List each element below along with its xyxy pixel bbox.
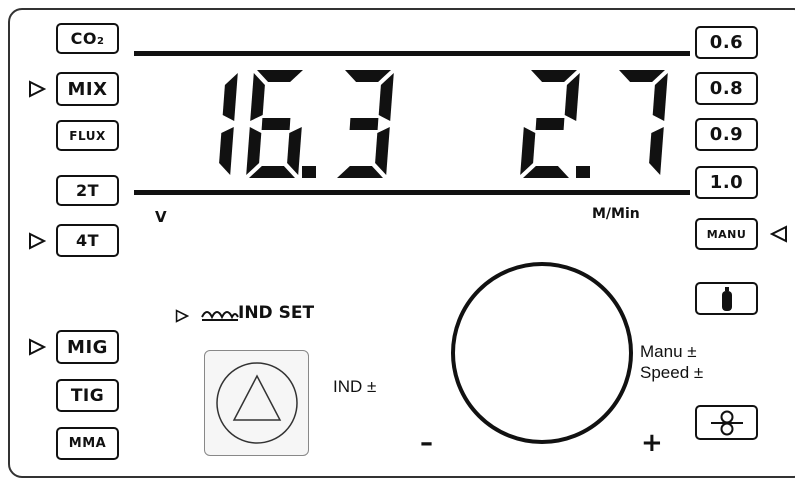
- co2-subscript: 2: [96, 36, 105, 47]
- manual-selected-indicator-icon: [770, 225, 787, 243]
- segment-b: [378, 73, 394, 121]
- display-top-rule: [134, 51, 690, 56]
- 4t-label: 4T: [75, 231, 100, 250]
- knob-manu-label: Manu ±: [640, 342, 697, 361]
- segment-g: [535, 118, 565, 130]
- segment-c: [287, 127, 302, 175]
- wire-inch-button[interactable]: [695, 405, 758, 440]
- ind-set-label: IND SET: [238, 303, 315, 323]
- mix-label: MIX: [67, 78, 108, 100]
- segment-e: [520, 127, 536, 175]
- 4t-mode-button[interactable]: 4T: [56, 224, 119, 257]
- 2t-label: 2T: [75, 181, 100, 200]
- mig-mode-button[interactable]: MIG: [56, 330, 119, 364]
- wire-size-1.0-button[interactable]: 1.0: [695, 166, 758, 199]
- knob-minus-label: –: [420, 428, 433, 458]
- manual-mode-button[interactable]: MANU: [695, 218, 758, 250]
- segment-g: [349, 118, 379, 130]
- 4t-selected-indicator-icon: [29, 232, 46, 250]
- mma-mode-button[interactable]: MMA: [56, 427, 119, 460]
- wire-size-1.0-label: 1.0: [709, 172, 744, 193]
- wire-size-0.8-button[interactable]: 0.8: [695, 72, 758, 105]
- segment-d: [249, 166, 295, 178]
- mig-label: MIG: [67, 336, 108, 358]
- segment-b: [652, 73, 668, 121]
- segment-g: [261, 118, 291, 130]
- segment-e: [246, 127, 262, 175]
- ind-adjust-label: IND ±: [333, 377, 377, 396]
- tig-label: TIG: [70, 385, 105, 406]
- gas-check-button[interactable]: [695, 282, 758, 315]
- wire-feed-icon: [710, 410, 743, 435]
- wire-size-0.9-button[interactable]: 0.9: [695, 118, 758, 151]
- wire-size-0.6-label: 0.6: [709, 32, 744, 53]
- flux-mode-button[interactable]: FLUX: [56, 120, 119, 151]
- segment-c: [649, 127, 664, 175]
- mma-label: MMA: [68, 436, 107, 451]
- decimal-point: [302, 166, 316, 178]
- wire-size-0.6-button[interactable]: 0.6: [695, 26, 758, 59]
- segment-d: [523, 166, 569, 178]
- manual-mode-label: MANU: [706, 227, 747, 241]
- mig-selected-indicator-icon: [29, 338, 46, 356]
- gas-cylinder-icon: [721, 286, 732, 311]
- ind-set-indicator-icon: [175, 309, 189, 323]
- knob-plus-label: +: [641, 428, 663, 458]
- wire-speed-readout: [520, 70, 668, 178]
- segment-d: [337, 166, 383, 178]
- up-arrow-icon: [216, 362, 298, 444]
- mix-selected-indicator-icon: [29, 80, 46, 98]
- voltage-unit: V: [155, 208, 167, 226]
- wire-size-0.9-label: 0.9: [709, 124, 744, 145]
- speed-knob[interactable]: [451, 262, 633, 444]
- decimal-point: [576, 166, 590, 178]
- segment-a: [619, 70, 665, 82]
- tig-mode-button[interactable]: TIG: [56, 379, 119, 412]
- segment-a: [531, 70, 577, 82]
- segment-c: [375, 127, 390, 175]
- wire-speed-unit: M/Min: [592, 206, 640, 222]
- segment-a: [257, 70, 303, 82]
- segment-a: [345, 70, 391, 82]
- mix-mode-button[interactable]: MIX: [56, 72, 119, 106]
- voltage-display: [178, 70, 428, 182]
- segment-f: [250, 73, 265, 121]
- display-bottom-rule: [134, 190, 690, 195]
- segment-b: [222, 73, 238, 121]
- co2-label: CO: [70, 29, 97, 48]
- segment-b: [564, 73, 580, 121]
- co2-mode-button[interactable]: CO 2: [56, 23, 119, 54]
- voltage-readout: [219, 70, 394, 178]
- wire-size-0.8-label: 0.8: [709, 78, 744, 99]
- ind-adjust-button[interactable]: [204, 350, 309, 456]
- knob-speed-label: Speed ±: [640, 363, 704, 382]
- flux-label: FLUX: [69, 128, 106, 143]
- inductance-coil-icon: [201, 311, 239, 321]
- 2t-mode-button[interactable]: 2T: [56, 175, 119, 206]
- wire-speed-display: [520, 70, 690, 182]
- segment-c: [219, 127, 234, 175]
